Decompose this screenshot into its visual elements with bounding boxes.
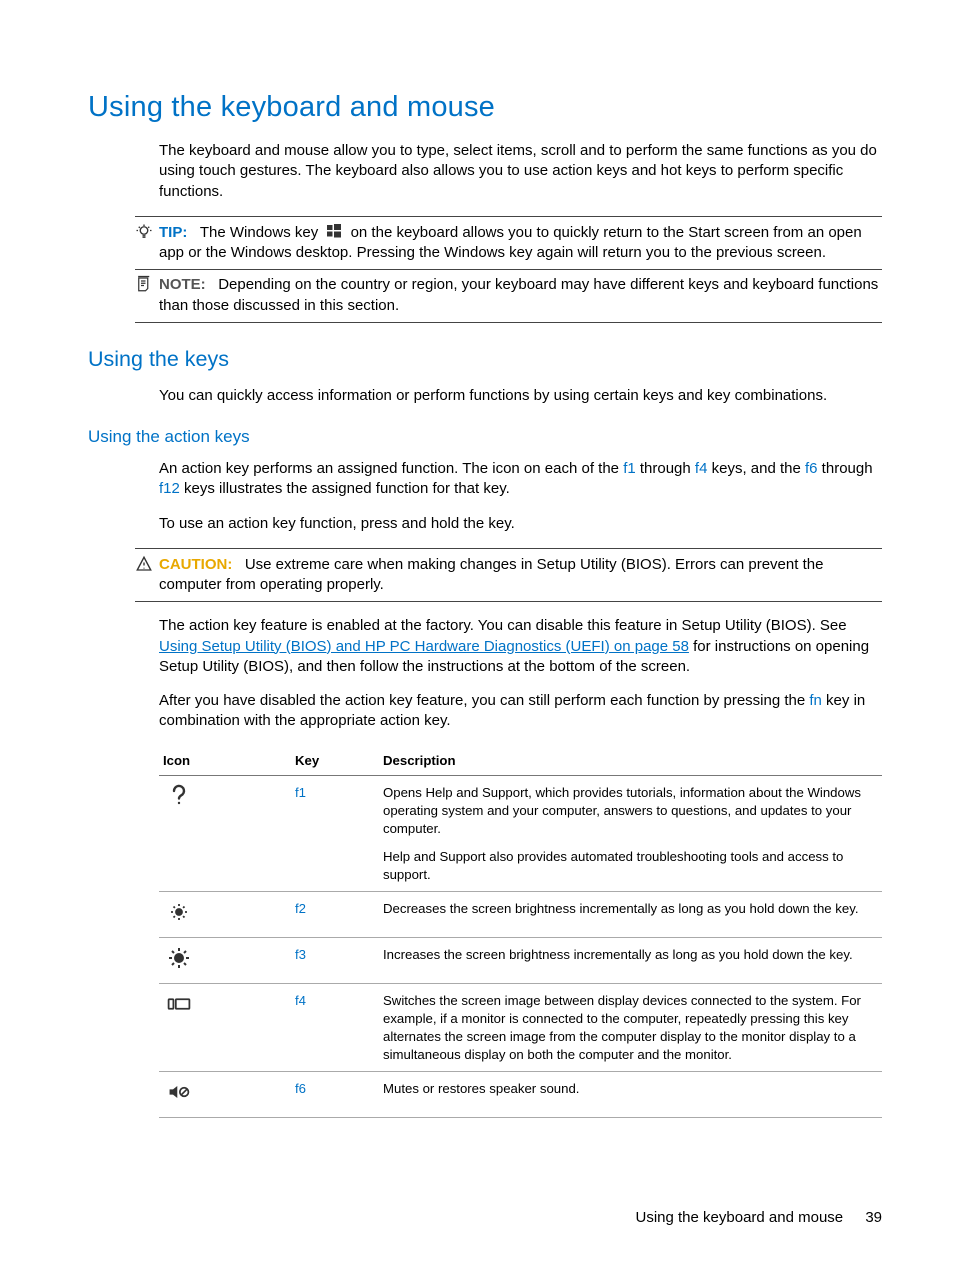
- row-key: f4: [291, 984, 379, 1072]
- brightness-down-icon: [167, 912, 191, 927]
- key-f1: f1: [623, 460, 636, 477]
- th-icon: Icon: [159, 746, 291, 776]
- key-f6: f6: [805, 460, 818, 477]
- windows-key-icon: [326, 223, 342, 239]
- action-keys-p2: To use an action key function, press and…: [159, 514, 882, 534]
- table-row: f4 Switches the screen image between dis…: [159, 984, 882, 1072]
- footer-page-number: 39: [865, 1209, 882, 1226]
- row-desc: Opens Help and Support, which provides t…: [379, 776, 882, 892]
- action-keys-table: Icon Key Description f1 Opens Help an: [159, 746, 882, 1119]
- action-keys-p3: The action key feature is enabled at the…: [159, 616, 882, 677]
- key-fn: fn: [809, 692, 822, 709]
- table-row: f2 Decreases the screen brightness incre…: [159, 892, 882, 938]
- action-keys-p4: After you have disabled the action key f…: [159, 691, 882, 732]
- th-key: Key: [291, 746, 379, 776]
- note-text: Depending on the country or region, your…: [159, 276, 878, 313]
- setup-utility-link[interactable]: Using Setup Utility (BIOS) and HP PC Har…: [159, 638, 689, 655]
- tip-icon: [135, 223, 153, 241]
- footer-title: Using the keyboard and mouse: [636, 1209, 844, 1226]
- caution-text: Use extreme care when making changes in …: [159, 556, 823, 593]
- row-desc: Increases the screen brightness incremen…: [379, 938, 882, 984]
- brightness-up-icon: [167, 958, 191, 973]
- row-desc: Mutes or restores speaker sound.: [379, 1072, 882, 1118]
- tip-callout: TIP: The Windows key on the keyboard all…: [135, 216, 882, 271]
- row-desc: Decreases the screen brightness incremen…: [379, 892, 882, 938]
- note-icon: [135, 275, 153, 293]
- section-heading-keys: Using the keys: [88, 345, 882, 374]
- table-row: f3 Increases the screen brightness incre…: [159, 938, 882, 984]
- key-f4: f4: [695, 460, 708, 477]
- page-heading: Using the keyboard and mouse: [88, 88, 882, 127]
- row-desc: Switches the screen image between displa…: [379, 984, 882, 1072]
- th-desc: Description: [379, 746, 882, 776]
- caution-callout: CAUTION: Use extreme care when making ch…: [135, 548, 882, 603]
- row-key: f3: [291, 938, 379, 984]
- help-icon: [167, 796, 191, 811]
- switch-display-icon: [167, 1004, 191, 1019]
- note-label: NOTE:: [159, 276, 206, 293]
- intro-paragraph: The keyboard and mouse allow you to type…: [159, 141, 882, 202]
- key-f12: f12: [159, 480, 180, 497]
- table-row: f1 Opens Help and Support, which provide…: [159, 776, 882, 892]
- caution-label: CAUTION:: [159, 556, 232, 573]
- mute-icon: [167, 1092, 191, 1107]
- action-keys-p1: An action key performs an assigned funct…: [159, 459, 882, 500]
- tip-text-pre: The Windows key: [200, 224, 318, 241]
- row-key: f1: [291, 776, 379, 892]
- table-row: f6 Mutes or restores speaker sound.: [159, 1072, 882, 1118]
- keys-intro: You can quickly access information or pe…: [159, 386, 882, 406]
- row-key: f6: [291, 1072, 379, 1118]
- tip-label: TIP:: [159, 224, 187, 241]
- row-key: f2: [291, 892, 379, 938]
- section-heading-action-keys: Using the action keys: [88, 426, 882, 449]
- note-callout: NOTE: Depending on the country or region…: [135, 269, 882, 323]
- caution-icon: [135, 555, 153, 573]
- page-footer: Using the keyboard and mouse 39: [636, 1208, 883, 1228]
